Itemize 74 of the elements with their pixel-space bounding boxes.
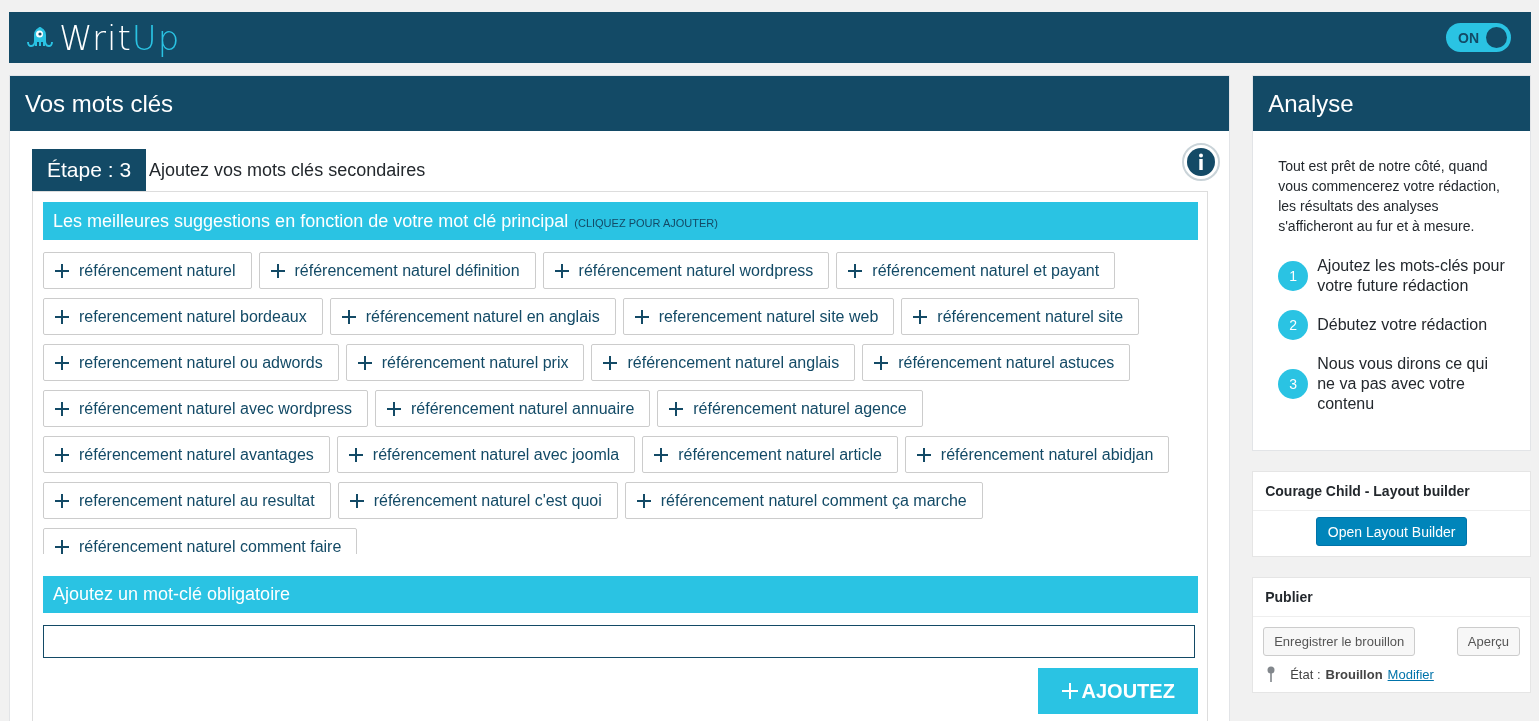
plus-icon: [634, 309, 649, 324]
step-number: 1: [1278, 261, 1309, 291]
keyword-suggestion-chip[interactable]: référencement naturel comment faire: [43, 528, 358, 554]
preview-button[interactable]: Aperçu: [1456, 627, 1520, 656]
plus-icon: [874, 355, 889, 370]
plus-icon: [55, 263, 69, 278]
keyword-suggestion-chip[interactable]: référencement naturel c'est quoi: [337, 482, 618, 519]
plus-icon: [55, 401, 69, 416]
open-layout-builder-button[interactable]: Open Layout Builder: [1315, 517, 1468, 546]
keyword-suggestion-chip[interactable]: référencement naturel agence: [657, 390, 923, 427]
keyword-suggestion-chip[interactable]: referencement naturel au resultat: [43, 482, 331, 519]
keyword-suggestion-chip[interactable]: referencement naturel site web: [622, 298, 895, 335]
step-title: Ajoutez vos mots clés secondaires: [149, 159, 426, 181]
plus-icon: [603, 355, 618, 370]
mandatory-keyword-title: Ajoutez un mot-clé obligatoire: [53, 584, 291, 605]
keyword-input-field[interactable]: [43, 625, 1195, 658]
plus-icon: [669, 401, 684, 416]
keyword-suggestion-chip[interactable]: référencement naturel définition: [258, 252, 536, 289]
info-icon[interactable]: [1182, 143, 1221, 181]
step-number: 3: [1278, 369, 1309, 399]
toggle-switch[interactable]: ON: [1446, 23, 1511, 52]
plus-icon: [1061, 683, 1078, 699]
keyword-suggestion-chip[interactable]: référencement naturel abidjan: [904, 436, 1170, 473]
keyword-suggestion-chip[interactable]: référencement naturel en anglais: [329, 298, 616, 335]
keyword-suggestion-chip[interactable]: référencement naturel comment ça marche: [624, 482, 983, 519]
suggestions-hint: (CLIQUEZ POUR AJOUTER): [574, 216, 718, 229]
analysis-intro: Tout est prêt de notre côté, quand vous commencerez votre rédaction, les résultats des analyses s'afficheront au fur et à mesure.: [1278, 157, 1501, 236]
keyword-suggestion-chip[interactable]: référencement naturel astuces: [862, 344, 1131, 381]
logo-wordmark: WritUp: [59, 17, 181, 58]
plus-icon: [554, 263, 569, 278]
plus-icon: [636, 493, 651, 508]
step-label: Étape : 3: [32, 149, 147, 191]
plus-icon: [55, 539, 69, 554]
plus-icon: [654, 447, 669, 462]
keyword-suggestion-chip[interactable]: référencement naturel prix: [345, 344, 585, 381]
keyword-suggestion-chip[interactable]: référencement naturel annuaire: [375, 390, 651, 427]
box-title: Courage Child - Layout builder: [1253, 472, 1530, 511]
edit-status-link[interactable]: Modifier: [1387, 666, 1434, 682]
step-description: Nous vous dirons ce qui ne va pas avec votre contenu: [1317, 354, 1489, 414]
keyword-suggestion-chip[interactable]: référencement naturel wordpress: [542, 252, 830, 289]
keyword-suggestion-chip[interactable]: référencement naturel anglais: [591, 344, 856, 381]
panel-title: Vos mots clés: [10, 76, 1230, 131]
plus-icon: [55, 493, 69, 508]
pin-icon: [1267, 666, 1276, 682]
keyword-suggestion-chip[interactable]: referencement naturel bordeaux: [43, 298, 323, 335]
step-description: Ajoutez les mots-clés pour votre future rédaction: [1317, 256, 1505, 296]
plus-icon: [55, 309, 69, 324]
step-number: 2: [1278, 310, 1309, 340]
keyword-suggestion-chip[interactable]: référencement naturel avantages: [43, 436, 330, 473]
plus-icon: [848, 263, 863, 278]
plus-icon: [348, 447, 363, 462]
keyword-suggestion-chip[interactable]: référencement naturel avec joomla: [336, 436, 636, 473]
keyword-suggestion-chip[interactable]: référencement naturel et payant: [836, 252, 1116, 289]
plus-icon: [270, 263, 285, 278]
keyword-suggestion-chip[interactable]: référencement naturel: [43, 252, 252, 289]
plus-icon: [913, 309, 928, 324]
suggestions-title: Les meilleures suggestions en fonction de votre mot clé principal: [53, 210, 569, 232]
step-description: Débutez votre rédaction: [1317, 315, 1488, 335]
plus-icon: [387, 401, 402, 416]
status-label: État :: [1290, 666, 1321, 682]
box-title: Publier: [1253, 578, 1530, 617]
plus-icon: [916, 447, 931, 462]
plus-icon: [349, 493, 364, 508]
keyword-suggestion-chip[interactable]: référencement naturel avec wordpress: [43, 390, 369, 427]
plus-icon: [55, 447, 69, 462]
save-draft-button[interactable]: Enregistrer le brouillon: [1263, 627, 1416, 656]
keyword-suggestion-chip[interactable]: référencement naturel site: [901, 298, 1140, 335]
keyword-suggestion-chip[interactable]: referencement naturel ou adwords: [43, 344, 339, 381]
panel-title: Analyse: [1253, 76, 1530, 131]
keyword-suggestion-chip[interactable]: référencement naturel article: [642, 436, 898, 473]
status-value: Brouillon: [1325, 666, 1383, 682]
plus-icon: [357, 355, 372, 370]
plus-icon: [55, 355, 69, 370]
plus-icon: [341, 309, 356, 324]
